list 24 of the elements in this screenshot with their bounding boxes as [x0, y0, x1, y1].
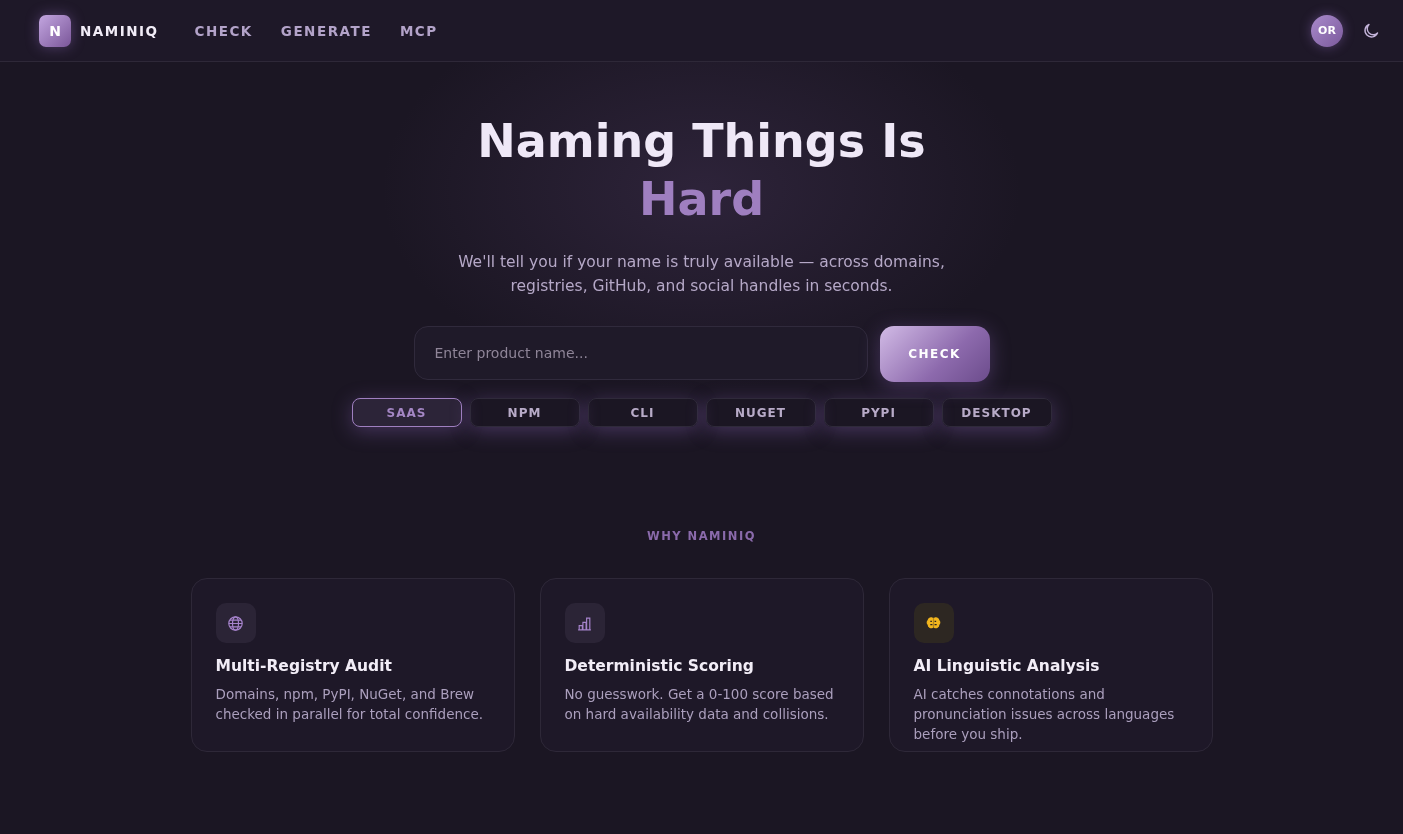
user-avatar[interactable]: OR [1311, 14, 1343, 47]
section-eyebrow: WHY NAMINIQ [646, 529, 757, 543]
type-chip[interactable]: NPM [469, 398, 580, 427]
check-button[interactable]: CHECK [879, 326, 990, 382]
brand-name[interactable]: NAMINIQ [80, 22, 159, 39]
feature-description: Domains, npm, PyPI, NuGet, and Brew checked in parallel for total confidence. [215, 685, 485, 724]
nav-link[interactable]: GENERATE [280, 22, 372, 39]
type-chip[interactable]: DESKTOP [941, 398, 1052, 427]
nav-link[interactable]: MCP [399, 22, 438, 39]
type-chip[interactable]: SAAS [351, 398, 462, 427]
hero-title: Naming Things Is Hard [477, 113, 926, 228]
feature-description: AI catches connotations and pronunciation issues across languages before you ship. [913, 685, 1176, 744]
feature-title: Multi-Registry Audit [215, 657, 393, 675]
feature-title: Deterministic Scoring [564, 657, 755, 675]
product-name-field[interactable]: Enter product name... [413, 326, 868, 380]
globe-icon [227, 614, 244, 632]
type-chip[interactable]: PYPI [823, 398, 934, 427]
type-chip[interactable]: CLI [587, 398, 698, 427]
nav-link[interactable]: CHECK [194, 22, 253, 39]
hero-subtitle: We'll tell you if your name is truly available — across domains, registries, GitHub, and social handles in seconds. [457, 252, 946, 297]
feature-description: No guesswork. Get a 0-100 score based on hard availability data and collisions. [564, 685, 835, 724]
type-chip[interactable]: NUGET [705, 398, 816, 427]
moon-icon[interactable] [1363, 22, 1379, 39]
feature-title: AI Linguistic Analysis [913, 657, 1101, 675]
